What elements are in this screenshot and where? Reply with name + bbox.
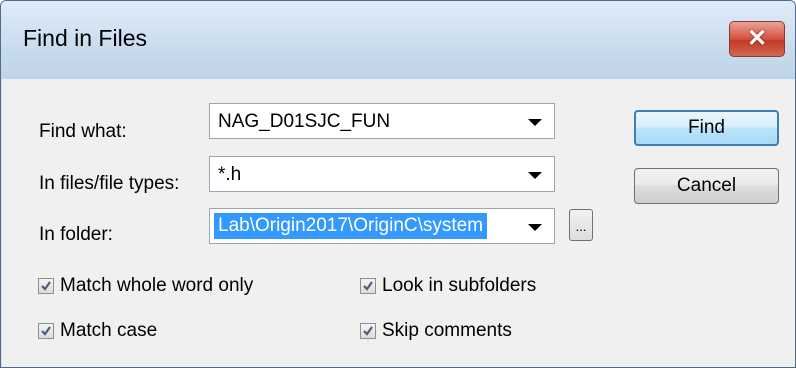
file-types-combobox[interactable]: *.h — [209, 156, 555, 192]
look-in-subfolders-checkbox[interactable]: Look in subfolders — [360, 275, 536, 297]
find-in-files-dialog: Find in Files ✕ Find what: NAG_D01SJC_FU… — [0, 0, 796, 368]
match-whole-word-label: Match whole word only — [60, 275, 254, 296]
match-case-label: Match case — [60, 320, 158, 341]
close-icon: ✕ — [746, 25, 768, 52]
title-bar: Find in Files ✕ — [1, 1, 795, 79]
folder-combobox[interactable]: Lab\Origin2017\OriginC\system — [209, 208, 555, 244]
look-in-subfolders-label: Look in subfolders — [382, 275, 537, 296]
file-types-input[interactable]: *.h — [218, 164, 241, 186]
skip-comments-label: Skip comments — [382, 320, 512, 341]
folder-label: In folder: — [39, 224, 113, 245]
dialog-title: Find in Files — [23, 25, 147, 51]
match-whole-word-checkbox[interactable]: Match whole word only — [38, 275, 253, 297]
chevron-down-icon[interactable] — [528, 119, 542, 126]
find-what-label: Find what: — [39, 121, 127, 142]
cancel-button[interactable]: Cancel — [634, 168, 779, 204]
match-case-checkbox[interactable]: Match case — [38, 320, 157, 342]
checkmark-icon[interactable] — [360, 323, 376, 339]
checkmark-icon[interactable] — [38, 278, 54, 294]
find-what-combobox[interactable]: NAG_D01SJC_FUN — [209, 103, 555, 139]
find-what-input[interactable]: NAG_D01SJC_FUN — [218, 111, 390, 133]
browse-folder-button[interactable]: ... — [569, 209, 593, 241]
folder-input[interactable]: Lab\Origin2017\OriginC\system — [214, 213, 488, 239]
skip-comments-checkbox[interactable]: Skip comments — [360, 320, 512, 342]
checkmark-icon[interactable] — [360, 278, 376, 294]
find-button[interactable]: Find — [634, 110, 779, 146]
chevron-down-icon[interactable] — [528, 172, 542, 179]
close-button[interactable]: ✕ — [729, 21, 785, 57]
chevron-down-icon[interactable] — [528, 224, 542, 231]
checkmark-icon[interactable] — [38, 323, 54, 339]
file-types-label: In files/file types: — [39, 173, 180, 194]
